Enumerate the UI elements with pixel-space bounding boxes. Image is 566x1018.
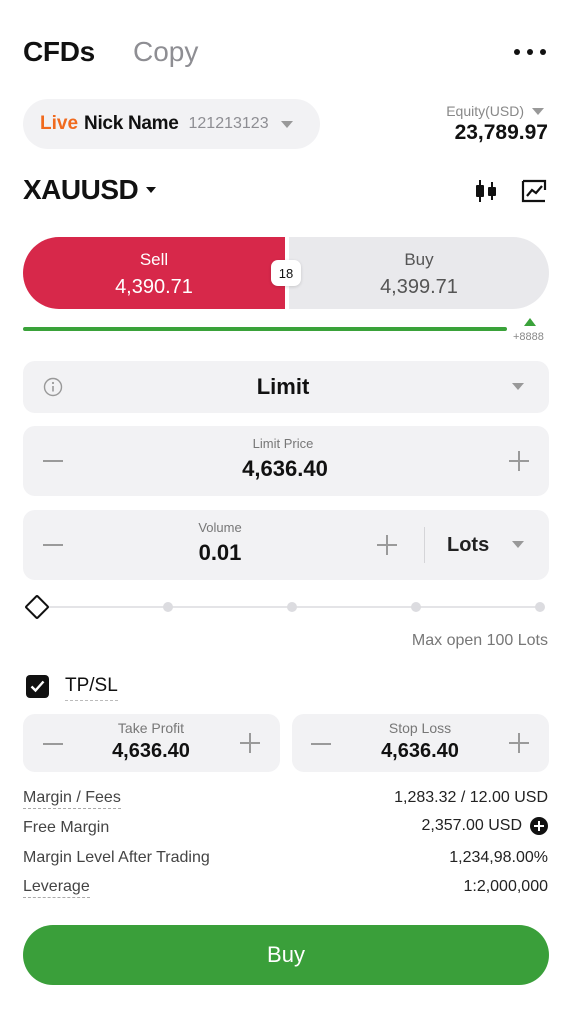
- slider-step-75[interactable]: [411, 602, 421, 612]
- max-open-text: Max open 100 Lots: [411, 632, 548, 649]
- buy-price: 4,399.71: [380, 276, 458, 298]
- symbol-name: XAUUSD: [23, 174, 139, 205]
- buy-side-button[interactable]: Buy 4,399.71: [289, 237, 549, 309]
- limit-price-value[interactable]: 4,636.40: [0, 456, 566, 482]
- free-margin-row: 2,357.00 USD: [421, 817, 548, 835]
- account-selector[interactable]: Live Nick Name 121213123: [23, 99, 320, 149]
- leverage-value: 1:2,000,000: [463, 878, 548, 895]
- equity-value: 23,789.97: [454, 121, 548, 144]
- tab-copy[interactable]: Copy: [133, 36, 198, 68]
- account-name: Nick Name: [84, 113, 179, 134]
- spread-badge: 18: [271, 260, 301, 286]
- volume-unit-selector[interactable]: Lots: [447, 534, 489, 557]
- limit-price-label: Limit Price: [252, 436, 314, 451]
- plus-icon[interactable]: [509, 451, 529, 471]
- order-type-label: Limit: [256, 374, 310, 399]
- equity-selector[interactable]: Equity(USD): [446, 103, 544, 119]
- add-circle-icon[interactable]: [530, 817, 548, 835]
- volume-label: Volume: [198, 520, 242, 535]
- buy-submit-button[interactable]: Buy: [23, 925, 549, 985]
- minus-icon[interactable]: [43, 743, 63, 745]
- leverage-label[interactable]: Leverage: [23, 878, 90, 898]
- symbol-selector[interactable]: XAUUSD: [23, 174, 157, 206]
- minus-icon[interactable]: [311, 743, 331, 745]
- volume-value[interactable]: 0.01: [160, 540, 280, 566]
- slider-step-100[interactable]: [535, 602, 545, 612]
- minus-icon[interactable]: [43, 544, 63, 546]
- plus-icon[interactable]: [240, 733, 260, 753]
- slider-step-50[interactable]: [287, 602, 297, 612]
- free-margin-value: 2,357.00 USD: [421, 817, 522, 834]
- price-change-value: +8888: [513, 331, 544, 343]
- chevron-down-icon: [532, 107, 544, 115]
- sell-label: Sell: [139, 250, 169, 269]
- account-type-label: Live: [40, 113, 79, 134]
- tpsl-label[interactable]: TP/SL: [65, 675, 118, 701]
- take-profit-value[interactable]: 4,636.40: [91, 740, 211, 763]
- chart-trend-icon[interactable]: [520, 178, 548, 204]
- chevron-down-icon: [146, 187, 157, 193]
- margin-level-value: 1,234,98.00%: [449, 849, 548, 866]
- buy-label: Buy: [404, 250, 434, 269]
- price-change-bar: [23, 327, 507, 331]
- take-profit-label: Take Profit: [117, 720, 185, 736]
- sell-button[interactable]: Sell 4,390.71: [23, 237, 285, 309]
- chevron-down-icon: [280, 120, 293, 128]
- margin-fees-value: 1,283.32 / 12.00 USD: [394, 789, 548, 806]
- stop-loss-value[interactable]: 4,636.40: [360, 740, 480, 763]
- tpsl-checkbox[interactable]: [26, 675, 49, 698]
- candlestick-icon[interactable]: [473, 178, 499, 204]
- divider: [424, 527, 425, 563]
- triangle-up-icon: [524, 318, 536, 326]
- sell-price: 4,390.71: [115, 276, 193, 298]
- slider-step-25[interactable]: [163, 602, 173, 612]
- stop-loss-label: Stop Loss: [388, 720, 452, 736]
- account-number: 121213123: [188, 115, 269, 132]
- plus-icon[interactable]: [377, 535, 397, 555]
- chevron-down-icon: [512, 541, 524, 548]
- chevron-down-icon: [512, 383, 524, 390]
- margin-level-label: Margin Level After Trading: [23, 849, 210, 866]
- margin-fees-label[interactable]: Margin / Fees: [23, 789, 121, 809]
- free-margin-label: Free Margin: [23, 819, 110, 836]
- volume-slider-handle[interactable]: [24, 594, 50, 620]
- tab-cfds[interactable]: CFDs: [23, 36, 95, 68]
- plus-icon[interactable]: [509, 733, 529, 753]
- more-horizontal-icon[interactable]: [514, 40, 546, 64]
- equity-label: Equity(USD): [446, 103, 524, 119]
